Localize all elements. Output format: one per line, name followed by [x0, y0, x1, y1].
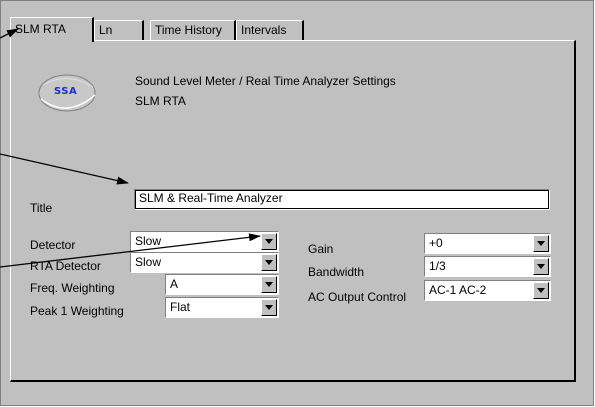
ac-output-control-label: AC Output Control — [308, 290, 407, 304]
chevron-down-icon[interactable] — [533, 282, 549, 299]
gain-value: +0 — [429, 236, 443, 250]
freq-weighting-select[interactable]: A — [165, 274, 279, 295]
chevron-down-icon[interactable] — [261, 233, 277, 250]
tab-ln[interactable]: Ln — [94, 20, 144, 41]
tab-time-history[interactable]: Time History — [150, 20, 236, 41]
gain-label: Gain — [308, 242, 334, 256]
chevron-down-icon[interactable] — [533, 235, 549, 252]
header-title: Sound Level Meter / Real Time Analyzer S… — [135, 74, 396, 88]
title-label: Title — [30, 201, 53, 215]
title-input[interactable]: SLM & Real-Time Analyzer — [134, 189, 550, 210]
bandwidth-label: Bandwidth — [308, 265, 365, 279]
ac-output-control-select[interactable]: AC-1 AC-2 — [424, 280, 551, 301]
peak1-weighting-select[interactable]: Flat — [165, 297, 279, 318]
logo-text: SSA — [54, 86, 78, 97]
rta-detector-select[interactable]: Slow — [130, 252, 279, 273]
bandwidth-select[interactable]: 1/3 — [424, 256, 551, 277]
ssa-logo-icon: SSA — [37, 69, 103, 119]
freq-weighting-label: Freq. Weighting — [30, 281, 115, 295]
rta-detector-value: Slow — [135, 255, 162, 269]
peak1-weighting-label: Peak 1 Weighting — [30, 304, 124, 318]
title-input-value: SLM & Real-Time Analyzer — [139, 191, 283, 205]
detector-label: Detector — [30, 238, 76, 252]
header-subtitle: SLM RTA — [135, 94, 186, 108]
tab-label: Intervals — [241, 23, 287, 37]
chevron-down-icon[interactable] — [261, 276, 277, 293]
chevron-down-icon[interactable] — [533, 258, 549, 275]
rta-detector-label: RTA Detector — [30, 259, 101, 273]
detector-select[interactable]: Slow — [130, 231, 279, 252]
peak1-weighting-value: Flat — [170, 300, 191, 314]
chevron-down-icon[interactable] — [261, 299, 277, 316]
bandwidth-value: 1/3 — [429, 259, 446, 273]
tab-label: Ln — [99, 23, 113, 37]
tab-slm-rta[interactable]: SLM RTA — [10, 17, 94, 42]
tab-intervals[interactable]: Intervals — [236, 20, 304, 41]
ac-output-control-value: AC-1 AC-2 — [429, 283, 487, 297]
freq-weighting-value: A — [170, 277, 179, 291]
chevron-down-icon[interactable] — [261, 254, 277, 271]
tab-label: Time History — [155, 23, 222, 37]
detector-value: Slow — [135, 234, 162, 248]
tab-label: SLM RTA — [15, 22, 66, 36]
gain-select[interactable]: +0 — [424, 233, 551, 254]
